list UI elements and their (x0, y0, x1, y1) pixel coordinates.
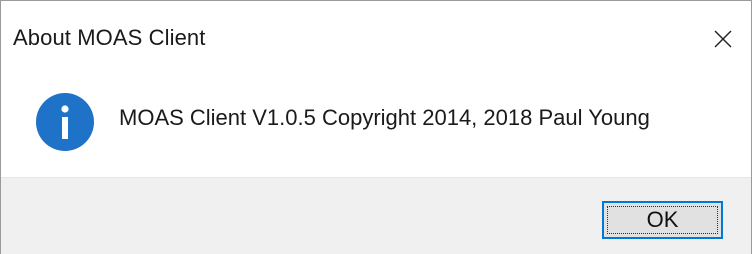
message-text: MOAS Client V1.0.5 Copyright 2014, 2018 … (119, 105, 650, 130)
ok-button[interactable]: OK (602, 201, 723, 239)
close-button[interactable] (695, 15, 751, 63)
button-bar: OK (1, 177, 751, 254)
message-area: MOAS Client V1.0.5 Copyright 2014, 2018 … (1, 77, 751, 177)
close-icon (714, 30, 732, 48)
about-dialog: About MOAS Client MOAS Client V1.0.5 Cop… (0, 0, 752, 254)
information-icon (36, 93, 94, 151)
dialog-title: About MOAS Client (13, 25, 206, 50)
title-bar: About MOAS Client (1, 1, 751, 77)
ok-button-label: OK (646, 207, 679, 232)
